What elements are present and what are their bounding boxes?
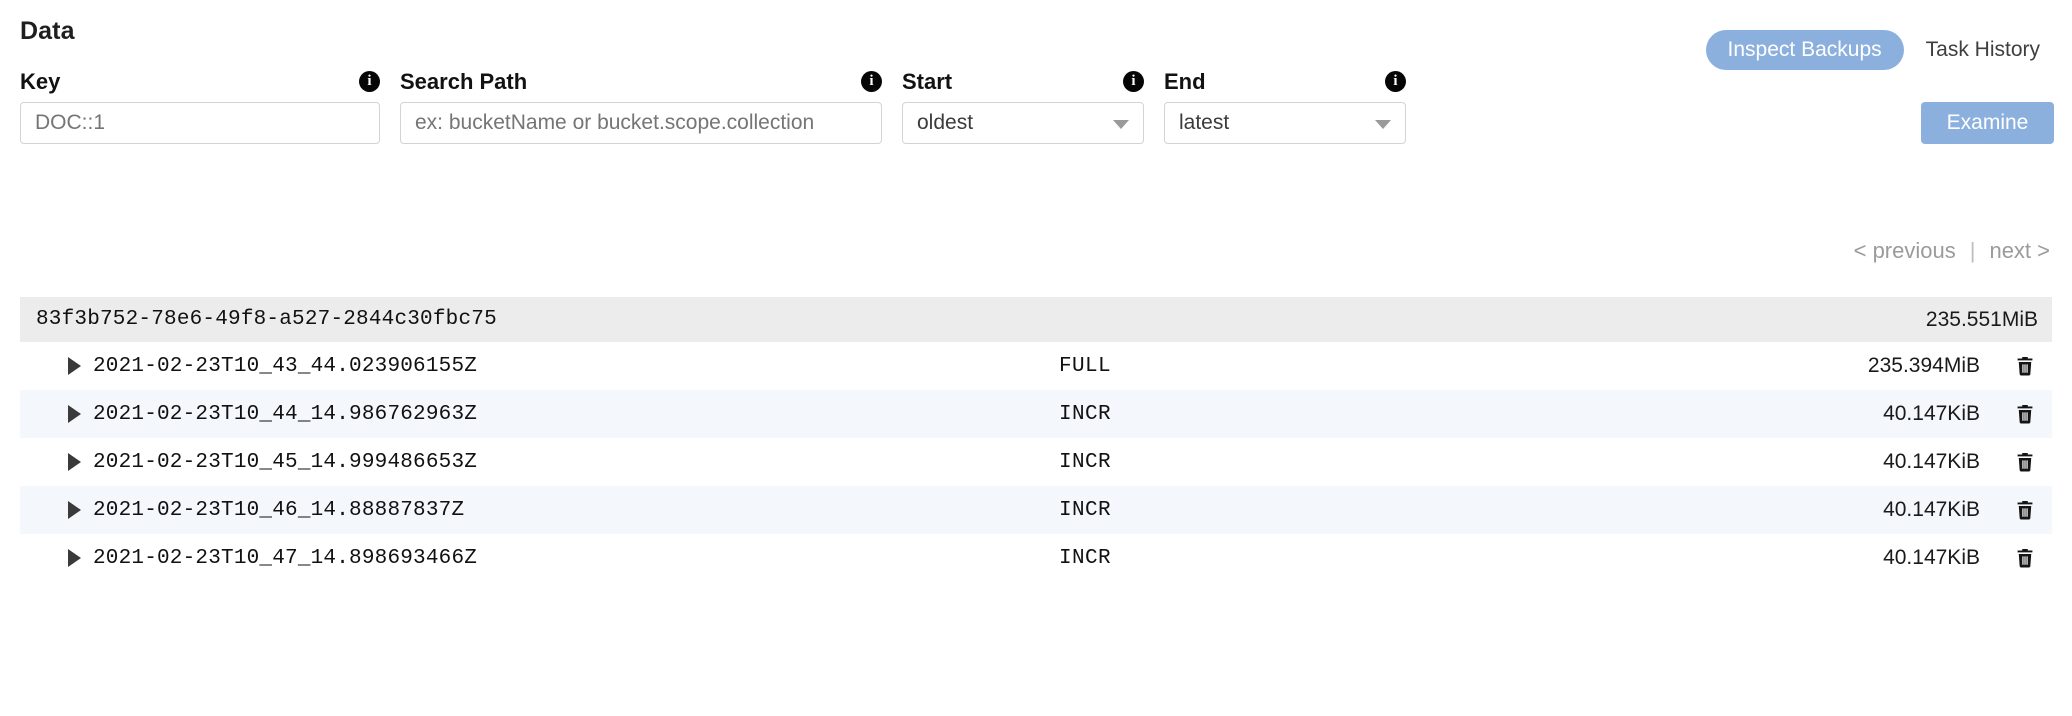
table-row[interactable]: 2021-02-23T10_44_14.986762963Z INCR 40.147… (20, 390, 2052, 438)
backup-type: FULL (1059, 355, 1111, 378)
info-icon[interactable]: i (359, 71, 380, 92)
trash-icon[interactable] (2012, 449, 2038, 475)
end-select-value: latest (1179, 111, 1229, 135)
backup-size: 40.147KiB (1883, 450, 1980, 474)
examine-button[interactable]: Examine (1921, 102, 2054, 144)
backup-timestamp: 2021-02-23T10_46_14.88887837Z (93, 499, 464, 522)
field-key-label: Key (20, 68, 60, 96)
backup-timestamp: 2021-02-23T10_47_14.898693466Z (93, 547, 477, 570)
backups-table: 83f3b752-78e6-49f8-a527-2844c30fbc75 235… (20, 297, 2052, 582)
trash-icon[interactable] (2012, 401, 2038, 427)
expand-row-icon[interactable] (68, 549, 81, 567)
search-path-input[interactable] (400, 102, 882, 144)
backup-size: 40.147KiB (1883, 546, 1980, 570)
start-select-value: oldest (917, 111, 973, 135)
table-row[interactable]: 2021-02-23T10_43_44.023906155Z FULL 235.39… (20, 342, 2052, 390)
field-start: Start i oldest (902, 68, 1144, 98)
page-title: Data (20, 17, 75, 46)
backup-timestamp: 2021-02-23T10_45_14.999486653Z (93, 451, 477, 474)
field-key-head: Key i (20, 68, 380, 98)
key-input[interactable] (20, 102, 380, 144)
repository-id: 83f3b752-78e6-49f8-a527-2844c30fbc75 (20, 308, 497, 331)
field-key: Key i (20, 68, 380, 98)
field-search-path: Search Path i (400, 68, 882, 98)
chevron-down-icon (1375, 120, 1391, 129)
trash-icon[interactable] (2012, 545, 2038, 571)
trash-icon[interactable] (2012, 497, 2038, 523)
pagination: < previous | next > (1854, 238, 2050, 264)
chevron-down-icon (1113, 120, 1129, 129)
inspect-backups-page: Data Inspect Backups Task History Key i … (0, 0, 2072, 716)
backup-size: 235.394MiB (1868, 354, 1980, 378)
backup-size: 40.147KiB (1883, 498, 1980, 522)
expand-row-icon[interactable] (68, 357, 81, 375)
page-header: Data Inspect Backups Task History (0, 0, 2072, 72)
backup-size: 40.147KiB (1883, 402, 1980, 426)
table-row[interactable]: 2021-02-23T10_46_14.88887837Z INCR 40.147K… (20, 486, 2052, 534)
view-tabs: Inspect Backups Task History (1706, 30, 2044, 70)
expand-row-icon[interactable] (68, 405, 81, 423)
previous-link[interactable]: < previous (1854, 238, 1956, 264)
info-icon[interactable]: i (1123, 71, 1144, 92)
table-row[interactable]: 2021-02-23T10_47_14.898693466Z INCR 40.147… (20, 534, 2052, 582)
backup-type: INCR (1059, 499, 1111, 522)
expand-row-icon[interactable] (68, 501, 81, 519)
pagination-separator: | (1956, 238, 1990, 264)
field-end-label: End (1164, 68, 1206, 96)
repository-size: 235.551MiB (1926, 308, 2038, 332)
table-row[interactable]: 2021-02-23T10_45_14.999486653Z INCR 40.147… (20, 438, 2052, 486)
field-start-label: Start (902, 68, 952, 96)
backup-timestamp: 2021-02-23T10_44_14.986762963Z (93, 403, 477, 426)
expand-row-icon[interactable] (68, 453, 81, 471)
field-search-path-head: Search Path i (400, 68, 882, 98)
trash-icon[interactable] (2012, 353, 2038, 379)
backup-type: INCR (1059, 403, 1111, 426)
field-start-head: Start i (902, 68, 1144, 98)
tab-task-history[interactable]: Task History (1922, 30, 2044, 70)
next-link[interactable]: next > (1989, 238, 2050, 264)
field-search-path-label: Search Path (400, 68, 527, 96)
backup-timestamp: 2021-02-23T10_43_44.023906155Z (93, 355, 477, 378)
info-icon[interactable]: i (861, 71, 882, 92)
search-form: Key i Search Path i Start i oldest (0, 68, 2072, 160)
backup-rows: 2021-02-23T10_43_44.023906155Z FULL 235.39… (20, 342, 2052, 582)
tab-inspect-backups[interactable]: Inspect Backups (1706, 30, 1904, 70)
backup-type: INCR (1059, 451, 1111, 474)
backup-type: INCR (1059, 547, 1111, 570)
info-icon[interactable]: i (1385, 71, 1406, 92)
field-end: End i latest (1164, 68, 1406, 98)
field-end-head: End i (1164, 68, 1406, 98)
end-select[interactable]: latest (1164, 102, 1406, 144)
repository-row[interactable]: 83f3b752-78e6-49f8-a527-2844c30fbc75 235… (20, 297, 2052, 342)
start-select[interactable]: oldest (902, 102, 1144, 144)
